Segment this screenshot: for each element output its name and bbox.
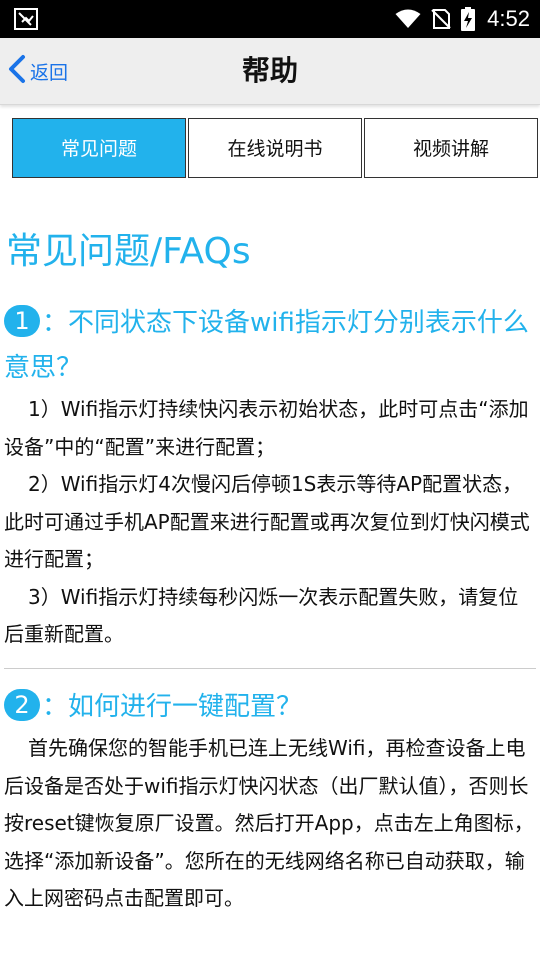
tab-faq[interactable]: 常见问题	[12, 118, 186, 178]
page-title: 帮助	[241, 54, 298, 87]
tab-online-manual[interactable]: 在线说明书	[188, 118, 362, 178]
faq-question-2: 2 ：如何进行一键配置？	[4, 685, 534, 730]
chevron-left-icon	[6, 54, 28, 88]
faq-answer-2: 首先确保您的智能手机已连上无线Wifi，再检查设备上电后设备是否处于wifi指示…	[4, 730, 536, 918]
app-bar: 返回 帮助	[0, 38, 540, 105]
tab-video-tutorial[interactable]: 视频讲解	[364, 118, 538, 178]
back-label: 返回	[30, 62, 69, 84]
status-time: 4:52	[487, 6, 530, 31]
wifi-icon	[395, 9, 421, 29]
tab-bar: 常见问题 在线说明书 视频讲解	[12, 118, 538, 178]
faq-question-1: 1 ：不同状态下设备wifi指示灯分别表示什么意思？	[4, 301, 534, 391]
answer-paragraph: 3）Wifi指示灯持续每秒闪烁一次表示配置失败，请复位后重新配置。	[4, 584, 519, 647]
question-number-badge: 1	[4, 305, 40, 337]
app-notification-icon	[14, 8, 38, 30]
faq-heading: 常见问题/FAQs	[6, 231, 251, 272]
question-number-badge: 2	[4, 689, 40, 721]
answer-paragraph: 2）Wifi指示灯4次慢闪后停顿1S表示等待AP配置状态，此时可通过手机AP配置…	[4, 472, 530, 571]
answer-paragraph: 1）Wifi指示灯持续快闪表示初始状态，此时可点击“添加设备”中的“配置”来进行…	[4, 397, 529, 459]
status-bar: 4:52	[0, 0, 540, 38]
question-text: ：如何进行一键配置？	[42, 692, 303, 722]
answer-paragraph: 首先确保您的智能手机已连上无线Wifi，再检查设备上电后设备是否处于wifi指示…	[4, 736, 534, 910]
battery-charging-icon	[461, 7, 476, 31]
back-button[interactable]: 返回	[6, 52, 68, 90]
divider	[4, 668, 536, 669]
no-sim-icon	[431, 9, 451, 29]
status-icons: 4:52	[395, 0, 530, 38]
question-text: ：不同状态下设备wifi指示灯分别表示什么意思？	[4, 308, 529, 383]
faq-answer-1: 1）Wifi指示灯持续快闪表示初始状态，此时可点击“添加设备”中的“配置”来进行…	[4, 391, 536, 654]
